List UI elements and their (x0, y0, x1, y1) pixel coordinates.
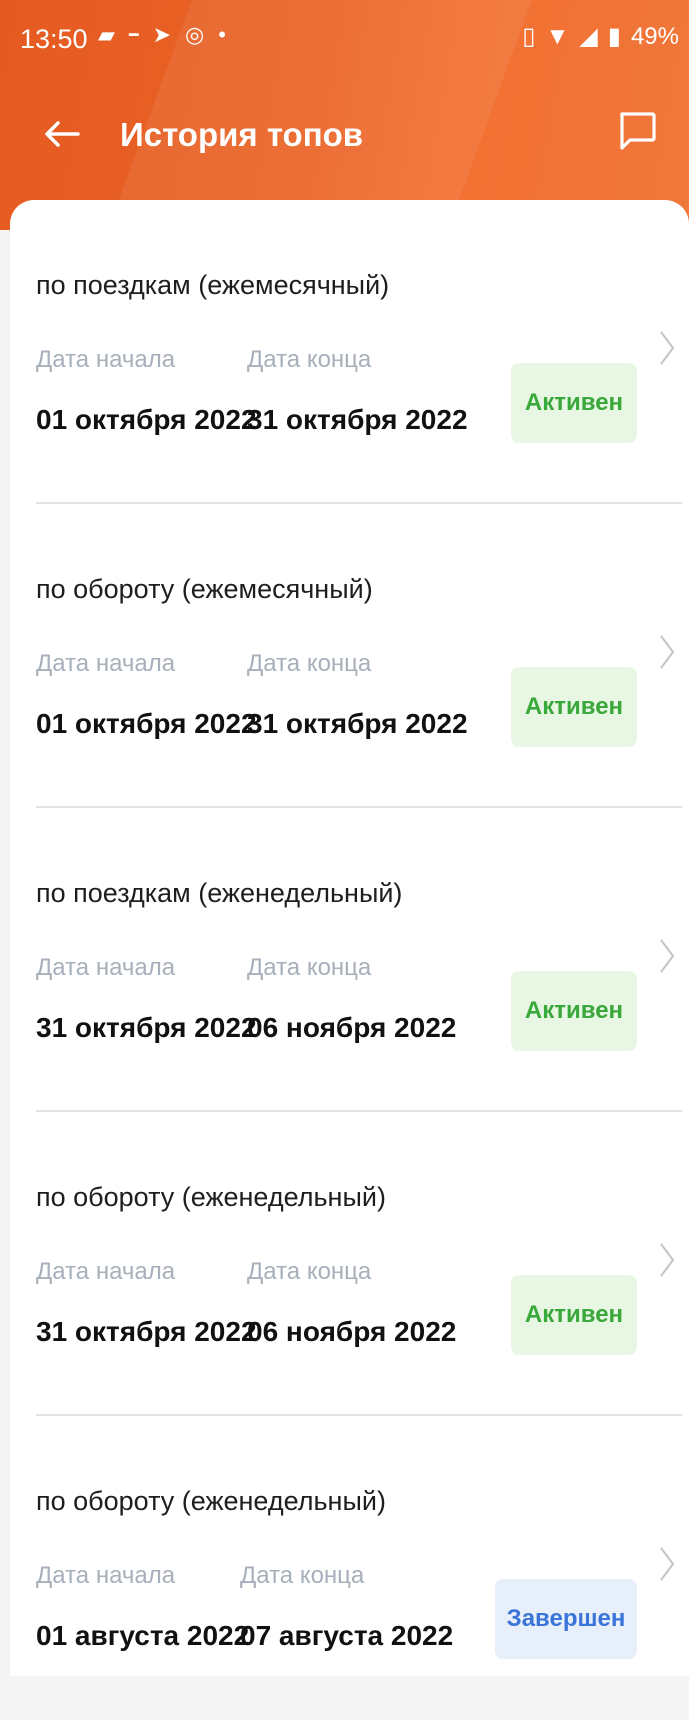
taxi-icon: ▰ (98, 22, 115, 47)
start-date-label: Дата начала (36, 1562, 176, 1589)
item-title: по обороту (еженедельный) (36, 1486, 386, 1516)
start-date-value: 01 октября 2022 (36, 708, 257, 739)
status-badge: Завершен (495, 1579, 637, 1659)
end-date-value: 06 ноября 2022 (247, 1012, 457, 1043)
shield-icon: ◎ (185, 22, 205, 47)
end-date-value: 31 октября 2022 (247, 404, 468, 435)
list-item[interactable]: по поездкам (еженедельный) Дата начала Д… (10, 808, 689, 1112)
end-date-value: 07 августа 2022 (240, 1620, 454, 1651)
vibrate-icon: ▯ (522, 23, 536, 50)
item-title: по поездкам (ежемесячный) (36, 270, 390, 300)
start-date-value: 01 октября 2022 (36, 404, 257, 435)
chevron-right-icon (660, 939, 675, 973)
top-history-list: по поездкам (ежемесячный) Дата начала Да… (10, 200, 689, 1676)
telegram-icon: ➤ (152, 22, 171, 47)
list-item[interactable]: по поездкам (ежемесячный) Дата начала Да… (10, 200, 689, 504)
back-arrow-icon[interactable] (42, 114, 82, 154)
status-bar: 13:50 ▰ ━ ➤ ◎ • ▯ ▼ ◢ ▮ 49% (0, 0, 689, 80)
end-date-label: Дата конца (247, 650, 372, 677)
status-badge: Активен (511, 667, 637, 747)
end-date-label: Дата конца (240, 1562, 365, 1589)
end-date-label: Дата конца (247, 346, 372, 373)
end-date-label: Дата конца (247, 1258, 372, 1285)
chevron-right-icon (660, 1243, 675, 1277)
chevron-right-icon (660, 331, 675, 365)
status-time: 13:50 (20, 24, 88, 54)
battery-icon: ▮ (607, 23, 621, 50)
list-item[interactable]: по обороту (еженедельный) Дата начала Да… (10, 1112, 689, 1416)
status-badge: Активен (511, 1275, 637, 1355)
start-date-value: 31 октября 2022 (36, 1012, 257, 1043)
item-title: по обороту (еженедельный) (36, 1182, 386, 1212)
status-system-icons: ▯ ▼ ◢ ▮ 49% (522, 22, 679, 51)
signal-icon: ◢ (579, 23, 598, 50)
chevron-right-icon (660, 635, 675, 669)
item-title: по поездкам (еженедельный) (36, 878, 403, 908)
chat-icon[interactable] (615, 108, 659, 152)
top-app-bar: 13:50 ▰ ━ ➤ ◎ • ▯ ▼ ◢ ▮ 49% История топо… (0, 0, 689, 230)
start-date-value: 01 августа 2022 (36, 1620, 250, 1651)
wifi-icon: ▼ (545, 22, 570, 50)
status-notification-icons: ▰ ━ ➤ ◎ • (98, 22, 226, 48)
status-badge: Активен (511, 971, 637, 1051)
app-icon: ━ (128, 27, 139, 44)
page-title: История топов (120, 116, 364, 153)
start-date-value: 31 октября 2022 (36, 1316, 257, 1347)
dot-icon: • (218, 22, 226, 47)
end-date-value: 06 ноября 2022 (247, 1316, 457, 1347)
end-date-value: 31 октября 2022 (247, 708, 468, 739)
start-date-label: Дата начала (36, 954, 176, 981)
item-title: по обороту (ежемесячный) (36, 574, 373, 604)
battery-percent: 49% (630, 22, 679, 50)
start-date-label: Дата начала (36, 650, 176, 677)
start-date-label: Дата начала (36, 1258, 176, 1285)
end-date-label: Дата конца (247, 954, 372, 981)
list-item[interactable]: по обороту (ежемесячный) Дата начала Дат… (10, 504, 689, 808)
chevron-right-icon (660, 1547, 675, 1581)
list-item[interactable]: по обороту (еженедельный) Дата начала Да… (10, 1416, 689, 1720)
status-badge: Активен (511, 363, 637, 443)
start-date-label: Дата начала (36, 346, 176, 373)
